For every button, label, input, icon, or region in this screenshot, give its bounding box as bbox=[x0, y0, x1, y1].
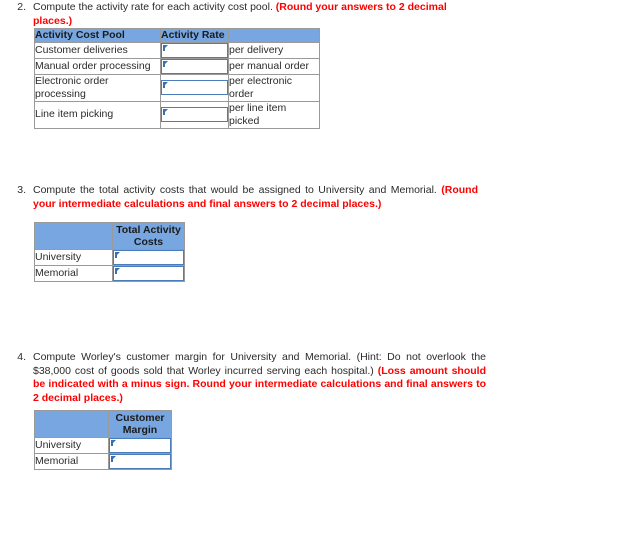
column-header-customer bbox=[34, 410, 109, 438]
table-row: Customer deliveries per delivery bbox=[34, 41, 320, 59]
customer-margin-input-memorial[interactable] bbox=[109, 454, 171, 469]
answer-wrap bbox=[161, 42, 228, 58]
column-header-activity-rate: Activity Rate bbox=[160, 28, 229, 43]
column-header-activity-cost-pool: Activity Cost Pool bbox=[34, 28, 161, 43]
question-3-text-plain: Compute the total activity costs that wo… bbox=[33, 184, 442, 196]
total-activity-cost-input-university[interactable] bbox=[113, 250, 184, 265]
question-4: 4. Compute Worley's customer margin for … bbox=[8, 351, 486, 405]
activity-cost-pool-label: Line item picking bbox=[34, 100, 161, 129]
activity-cost-pool-label: Manual order processing bbox=[34, 57, 161, 75]
customer-margin-input-cell bbox=[108, 437, 172, 454]
table-row: Memorial bbox=[34, 453, 172, 470]
activity-rate-table: Activity Cost Pool Activity Rate Custome… bbox=[34, 28, 320, 129]
activity-rate-input-manual-order-processing[interactable] bbox=[161, 58, 228, 74]
question-2: 2. Compute the activity rate for each ac… bbox=[8, 1, 478, 28]
question-4-number: 4. bbox=[17, 351, 26, 363]
activity-cost-pool-label: Electronic order processing bbox=[34, 73, 161, 102]
answer-wrap bbox=[113, 266, 184, 281]
answer-wrap bbox=[161, 58, 228, 74]
question-2-text-plain: Compute the activity rate for each activ… bbox=[33, 1, 276, 13]
activity-cost-pool-label: Customer deliveries bbox=[34, 41, 161, 59]
activity-rate-unit-label: per line item picked bbox=[228, 100, 320, 129]
table-row: University bbox=[34, 437, 172, 454]
activity-rate-input-customer-deliveries[interactable] bbox=[161, 42, 228, 58]
customer-label-memorial: Memorial bbox=[34, 265, 113, 282]
question-3-number: 3. bbox=[17, 184, 26, 196]
answer-wrap bbox=[113, 250, 184, 265]
question-3-text: Compute the total activity costs that wo… bbox=[26, 184, 478, 211]
table-row: Memorial bbox=[34, 265, 185, 282]
activity-rate-input-cell bbox=[160, 100, 229, 129]
total-activity-costs-header-row: Total Activity Costs bbox=[34, 222, 185, 250]
activity-rate-table-header-row: Activity Cost Pool Activity Rate bbox=[34, 28, 320, 43]
table-row: Line item picking per line item picked bbox=[34, 100, 320, 129]
activity-rate-input-cell bbox=[160, 41, 229, 59]
table-row: Manual order processing per manual order bbox=[34, 57, 320, 75]
total-activity-cost-input-cell bbox=[112, 265, 185, 282]
customer-label-university: University bbox=[34, 437, 109, 454]
column-header-customer bbox=[34, 222, 113, 250]
customer-margin-table: Customer Margin University Memorial bbox=[34, 410, 172, 470]
table-row: Electronic order processing per electron… bbox=[34, 73, 320, 102]
customer-margin-header-row: Customer Margin bbox=[34, 410, 172, 438]
total-activity-cost-input-memorial[interactable] bbox=[113, 266, 184, 281]
activity-rate-unit-label: per delivery bbox=[228, 41, 320, 59]
answer-wrap bbox=[109, 454, 171, 469]
activity-rate-unit-label: per manual order bbox=[228, 57, 320, 75]
column-header-customer-margin: Customer Margin bbox=[108, 410, 172, 438]
customer-label-university: University bbox=[34, 249, 113, 266]
customer-margin-input-university[interactable] bbox=[109, 438, 171, 453]
total-activity-costs-table: Total Activity Costs University Memorial bbox=[34, 222, 185, 282]
column-header-unit bbox=[228, 28, 320, 43]
question-2-number: 2. bbox=[17, 1, 26, 13]
question-4-text: Compute Worley's customer margin for Uni… bbox=[26, 351, 486, 405]
total-activity-cost-input-cell bbox=[112, 249, 185, 266]
answer-wrap bbox=[161, 107, 228, 122]
answer-wrap bbox=[161, 80, 228, 95]
customer-margin-input-cell bbox=[108, 453, 172, 470]
answer-wrap bbox=[109, 438, 171, 453]
activity-rate-unit-label: per electronic order bbox=[228, 73, 320, 102]
customer-label-memorial: Memorial bbox=[34, 453, 109, 470]
activity-rate-input-line-item-picking[interactable] bbox=[161, 107, 228, 122]
question-3: 3. Compute the total activity costs that… bbox=[8, 184, 478, 211]
question-2-text: Compute the activity rate for each activ… bbox=[26, 1, 478, 28]
activity-rate-input-cell bbox=[160, 73, 229, 102]
column-header-total-activity-costs: Total Activity Costs bbox=[112, 222, 185, 250]
activity-rate-input-cell bbox=[160, 57, 229, 75]
table-row: University bbox=[34, 249, 185, 266]
activity-rate-input-electronic-order-processing[interactable] bbox=[161, 80, 228, 95]
